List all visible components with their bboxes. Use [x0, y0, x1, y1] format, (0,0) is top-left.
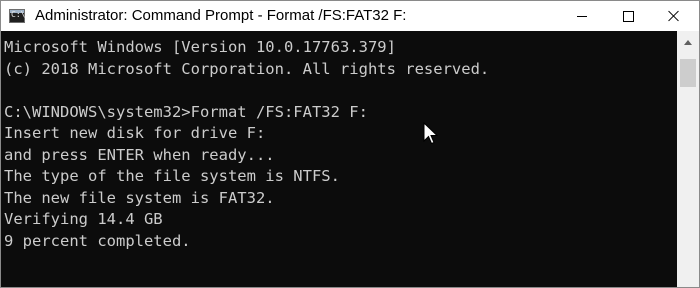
scroll-up-button[interactable] [677, 31, 699, 53]
vertical-scrollbar[interactable] [677, 31, 699, 287]
mouse-pointer-icon [423, 122, 439, 145]
maximize-button[interactable] [605, 1, 651, 31]
console-line: Insert new disk for drive F: [4, 124, 266, 142]
close-button[interactable] [651, 1, 697, 31]
console-line: The new file system is FAT32. [4, 188, 275, 207]
console-line: The type of the file system is NTFS. [4, 167, 340, 185]
maximize-icon [622, 10, 634, 22]
icon-glyph-text: C:\ [11, 10, 26, 19]
console-line: (c) 2018 Microsoft Corporation. All righ… [4, 59, 490, 78]
window-title: Administrator: Command Prompt - Format /… [35, 7, 407, 24]
minimize-icon [577, 15, 587, 17]
command-prompt-icon[interactable]: C:\ [9, 9, 25, 23]
console-output[interactable]: Microsoft Windows [Version 10.0.17763.37… [1, 31, 677, 287]
console-line: C:\WINDOWS\system32>Format /FS:FAT32 F: [4, 102, 368, 121]
command-prompt-window: C:\ Administrator: Command Prompt - Form… [0, 0, 700, 288]
console-line: Verifying 14.4 GB [4, 210, 163, 228]
chevron-up-icon [684, 39, 692, 45]
title-bar[interactable]: C:\ Administrator: Command Prompt - Form… [1, 1, 699, 31]
console-line: Microsoft Windows [Version 10.0.17763.37… [4, 38, 396, 56]
minimize-button[interactable] [559, 1, 605, 31]
console-line: 9 percent completed. [4, 231, 191, 250]
scrollbar-thumb[interactable] [680, 59, 696, 87]
console-line: and press ENTER when ready... [4, 145, 275, 164]
close-icon [668, 10, 680, 22]
